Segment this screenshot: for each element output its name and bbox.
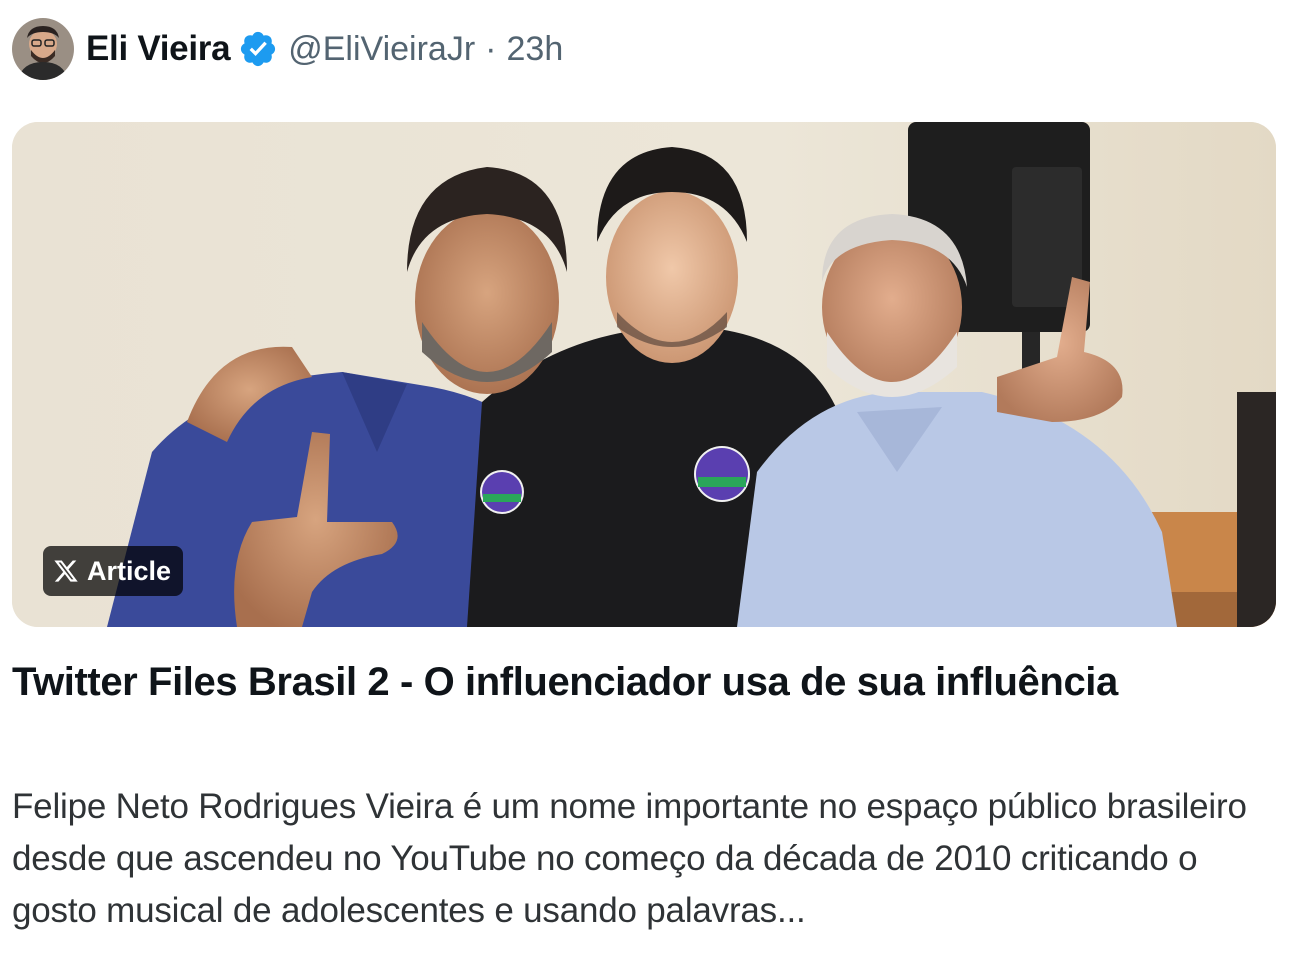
author-handle[interactable]: @EliVieiraJr bbox=[288, 30, 475, 69]
meta-separator: · bbox=[485, 29, 497, 68]
article-cover-image[interactable]: Article bbox=[12, 122, 1276, 627]
author-display-name[interactable]: Eli Vieira bbox=[86, 29, 231, 69]
verified-badge-icon bbox=[241, 31, 276, 67]
article-title[interactable]: Twitter Files Brasil 2 - O influenciador… bbox=[12, 656, 1272, 708]
article-badge-label: Article bbox=[87, 555, 172, 586]
author-avatar[interactable] bbox=[12, 18, 74, 80]
article-excerpt[interactable]: Felipe Neto Rodrigues Vieira é um nome i… bbox=[12, 781, 1282, 937]
x-logo-icon bbox=[54, 560, 78, 582]
article-badge: Article bbox=[43, 546, 184, 596]
tweet-timestamp[interactable]: 23h bbox=[507, 30, 564, 69]
tweet-header: Eli Vieira @EliVieiraJr · 23h bbox=[12, 18, 563, 80]
